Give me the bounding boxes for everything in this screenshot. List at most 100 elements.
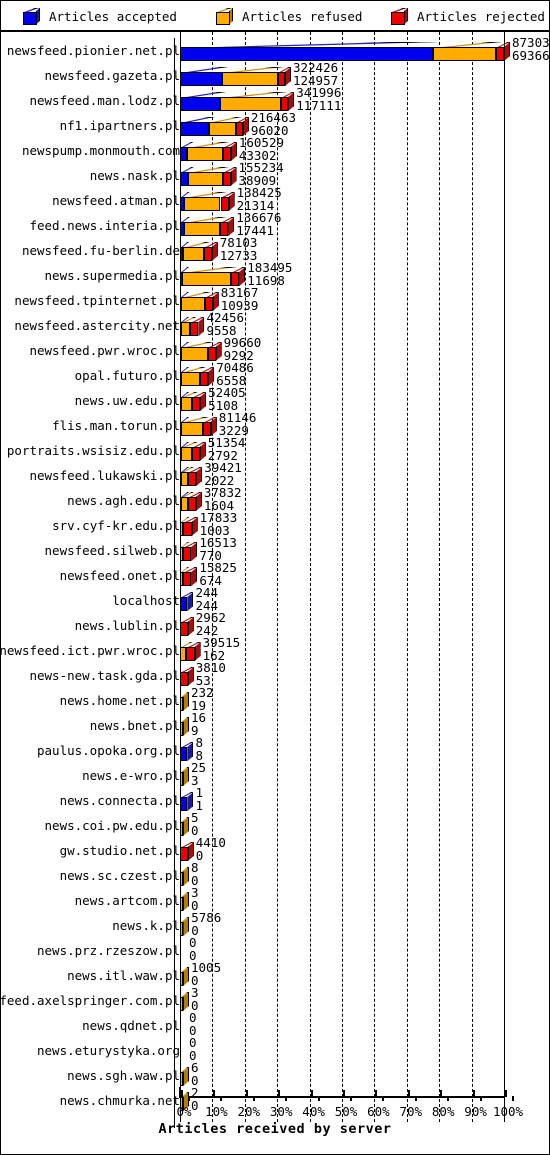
segment-refused[interactable] [180,772,183,786]
segment-rejected[interactable] [191,397,201,411]
segment-refused[interactable] [180,897,183,911]
chart-row[interactable]: newsfeed.pionier.net.pl873030693663 [1,36,549,64]
segment-refused[interactable] [180,1072,183,1086]
segment-refused[interactable] [180,497,188,511]
segment-rejected[interactable] [191,447,200,461]
segment-refused[interactable] [180,722,183,736]
segment-rejected[interactable] [190,322,199,336]
chart-row[interactable]: paulus.opoka.org.pl 8 8 [1,736,549,764]
chart-row[interactable]: newsfeed.tpinternet.pl 83167 10939 [1,286,549,314]
segment-accepted[interactable] [180,797,188,811]
segment-accepted[interactable] [180,147,188,161]
chart-row[interactable]: news.sgh.waw.pl 6 0 [1,1061,549,1089]
segment-rejected[interactable] [187,497,196,511]
segment-refused[interactable] [183,197,221,211]
chart-row[interactable]: news.artcom.pl 3 0 [1,886,549,914]
segment-rejected[interactable] [182,547,192,561]
chart-row[interactable]: feed.news.interia.pl 136676 17441 [1,211,549,239]
segment-refused[interactable] [180,397,192,411]
segment-rejected[interactable] [202,422,211,436]
chart-row[interactable]: flis.man.torun.pl 81146 3229 [1,411,549,439]
chart-row[interactable]: news.sc.czest.pl 8 0 [1,861,549,889]
segment-refused[interactable] [183,222,221,236]
segment-refused[interactable] [219,97,282,111]
chart-row[interactable]: newsfeed.lukawski.pl 39421 2022 [1,461,549,489]
segment-refused[interactable] [432,47,496,61]
segment-rejected[interactable] [220,197,229,211]
segment-refused[interactable] [180,922,184,936]
segment-refused[interactable] [181,272,231,286]
segment-accepted[interactable] [180,47,433,61]
segment-refused[interactable] [187,172,223,186]
chart-row[interactable]: news.supermedia.pl 183495 11698 [1,261,549,289]
chart-row[interactable]: gw.studio.net.pl 4410 0 [1,836,549,864]
chart-row[interactable]: news-new.task.gda.pl 3810 53 [1,661,549,689]
segment-accepted[interactable] [180,97,220,111]
segment-rejected[interactable] [187,472,197,486]
segment-refused[interactable] [180,697,183,711]
segment-rejected[interactable] [281,97,289,111]
segment-rejected[interactable] [183,522,192,536]
segment-refused[interactable] [180,872,183,886]
segment-accepted[interactable] [180,747,188,761]
segment-refused[interactable] [180,322,191,336]
segment-refused[interactable] [180,997,183,1011]
segment-rejected[interactable] [186,647,195,661]
segment-refused[interactable] [180,822,183,836]
chart-row[interactable]: news.qdnet.pl 0 0 [1,1011,549,1039]
segment-accepted[interactable] [180,597,188,611]
segment-rejected[interactable] [203,247,212,261]
chart-row[interactable]: news.connecta.pl 1 1 [1,786,549,814]
segment-refused[interactable] [180,972,183,986]
segment-refused[interactable] [180,422,203,436]
segment-rejected[interactable] [182,572,192,586]
chart-row[interactable]: news.home.net.pl 232 19 [1,686,549,714]
segment-rejected[interactable] [235,122,243,136]
chart-row[interactable]: news.agh.edu.pl 37832 1604 [1,486,549,514]
segment-rejected[interactable] [220,222,229,236]
chart-row[interactable]: news.bnet.pl 16 9 [1,711,549,739]
chart-row[interactable]: news.e-wro.pl 25 3 [1,761,549,789]
segment-rejected[interactable] [277,72,285,86]
segment-refused[interactable] [222,72,278,86]
segment-rejected[interactable] [200,372,209,386]
chart-row[interactable]: newsfeed.gazeta.pl 322426 124957 [1,61,549,89]
segment-rejected[interactable] [230,272,240,286]
segment-rejected[interactable] [180,847,188,861]
segment-refused[interactable] [180,297,205,311]
chart-row[interactable]: portraits.wsisiz.edu.pl 51354 2792 [1,436,549,464]
chart-row[interactable]: news.lublin.pl 2962 242 [1,611,549,639]
segment-refused[interactable] [180,447,192,461]
chart-row[interactable]: localhost 244 244 [1,586,549,614]
chart-row[interactable]: news.eturystyka.org 0 0 [1,1036,549,1064]
segment-refused[interactable] [187,147,224,161]
segment-refused[interactable] [180,472,188,486]
chart-row[interactable]: news.prz.rzeszow.pl 0 0 [1,936,549,964]
segment-accepted[interactable] [180,122,209,136]
chart-row[interactable]: newsfeed.astercity.net 42456 9558 [1,311,549,339]
segment-refused[interactable] [182,247,204,261]
chart-row[interactable]: newsfeed.axelspringer.com.pl30 [1,986,549,1014]
chart-row[interactable]: news.uw.edu.pl 52405 5108 [1,386,549,414]
segment-rejected[interactable] [180,622,188,636]
segment-accepted[interactable] [180,172,188,186]
chart-row[interactable]: srv.cyf-kr.edu.pl 17833 1003 [1,511,549,539]
segment-rejected[interactable] [222,172,231,186]
segment-rejected[interactable] [180,672,188,686]
chart-row[interactable]: news.itl.waw.pl 1005 0 [1,961,549,989]
chart-row[interactable]: newsfeed.pwr.wroc.pl 99660 9292 [1,336,549,364]
chart-row[interactable]: newsfeed.ict.pwr.wroc.pl 39515 162 [1,636,549,664]
segment-rejected[interactable] [223,147,231,161]
chart-row[interactable]: newsfeed.onet.pl 15825 674 [1,561,549,589]
chart-row[interactable]: news.k.pl 5786 0 [1,911,549,939]
chart-row[interactable]: news.coi.pw.edu.pl 5 0 [1,811,549,839]
segment-rejected[interactable] [207,347,216,361]
segment-refused[interactable] [208,122,236,136]
segment-refused[interactable] [180,347,208,361]
segment-refused[interactable] [180,372,201,386]
segment-rejected[interactable] [204,297,213,311]
segment-rejected[interactable] [495,47,504,61]
segment-accepted[interactable] [180,72,223,86]
chart-row[interactable]: opal.futuro.pl 70486 6558 [1,361,549,389]
chart-row[interactable]: newsfeed.silweb.pl 16513 770 [1,536,549,564]
